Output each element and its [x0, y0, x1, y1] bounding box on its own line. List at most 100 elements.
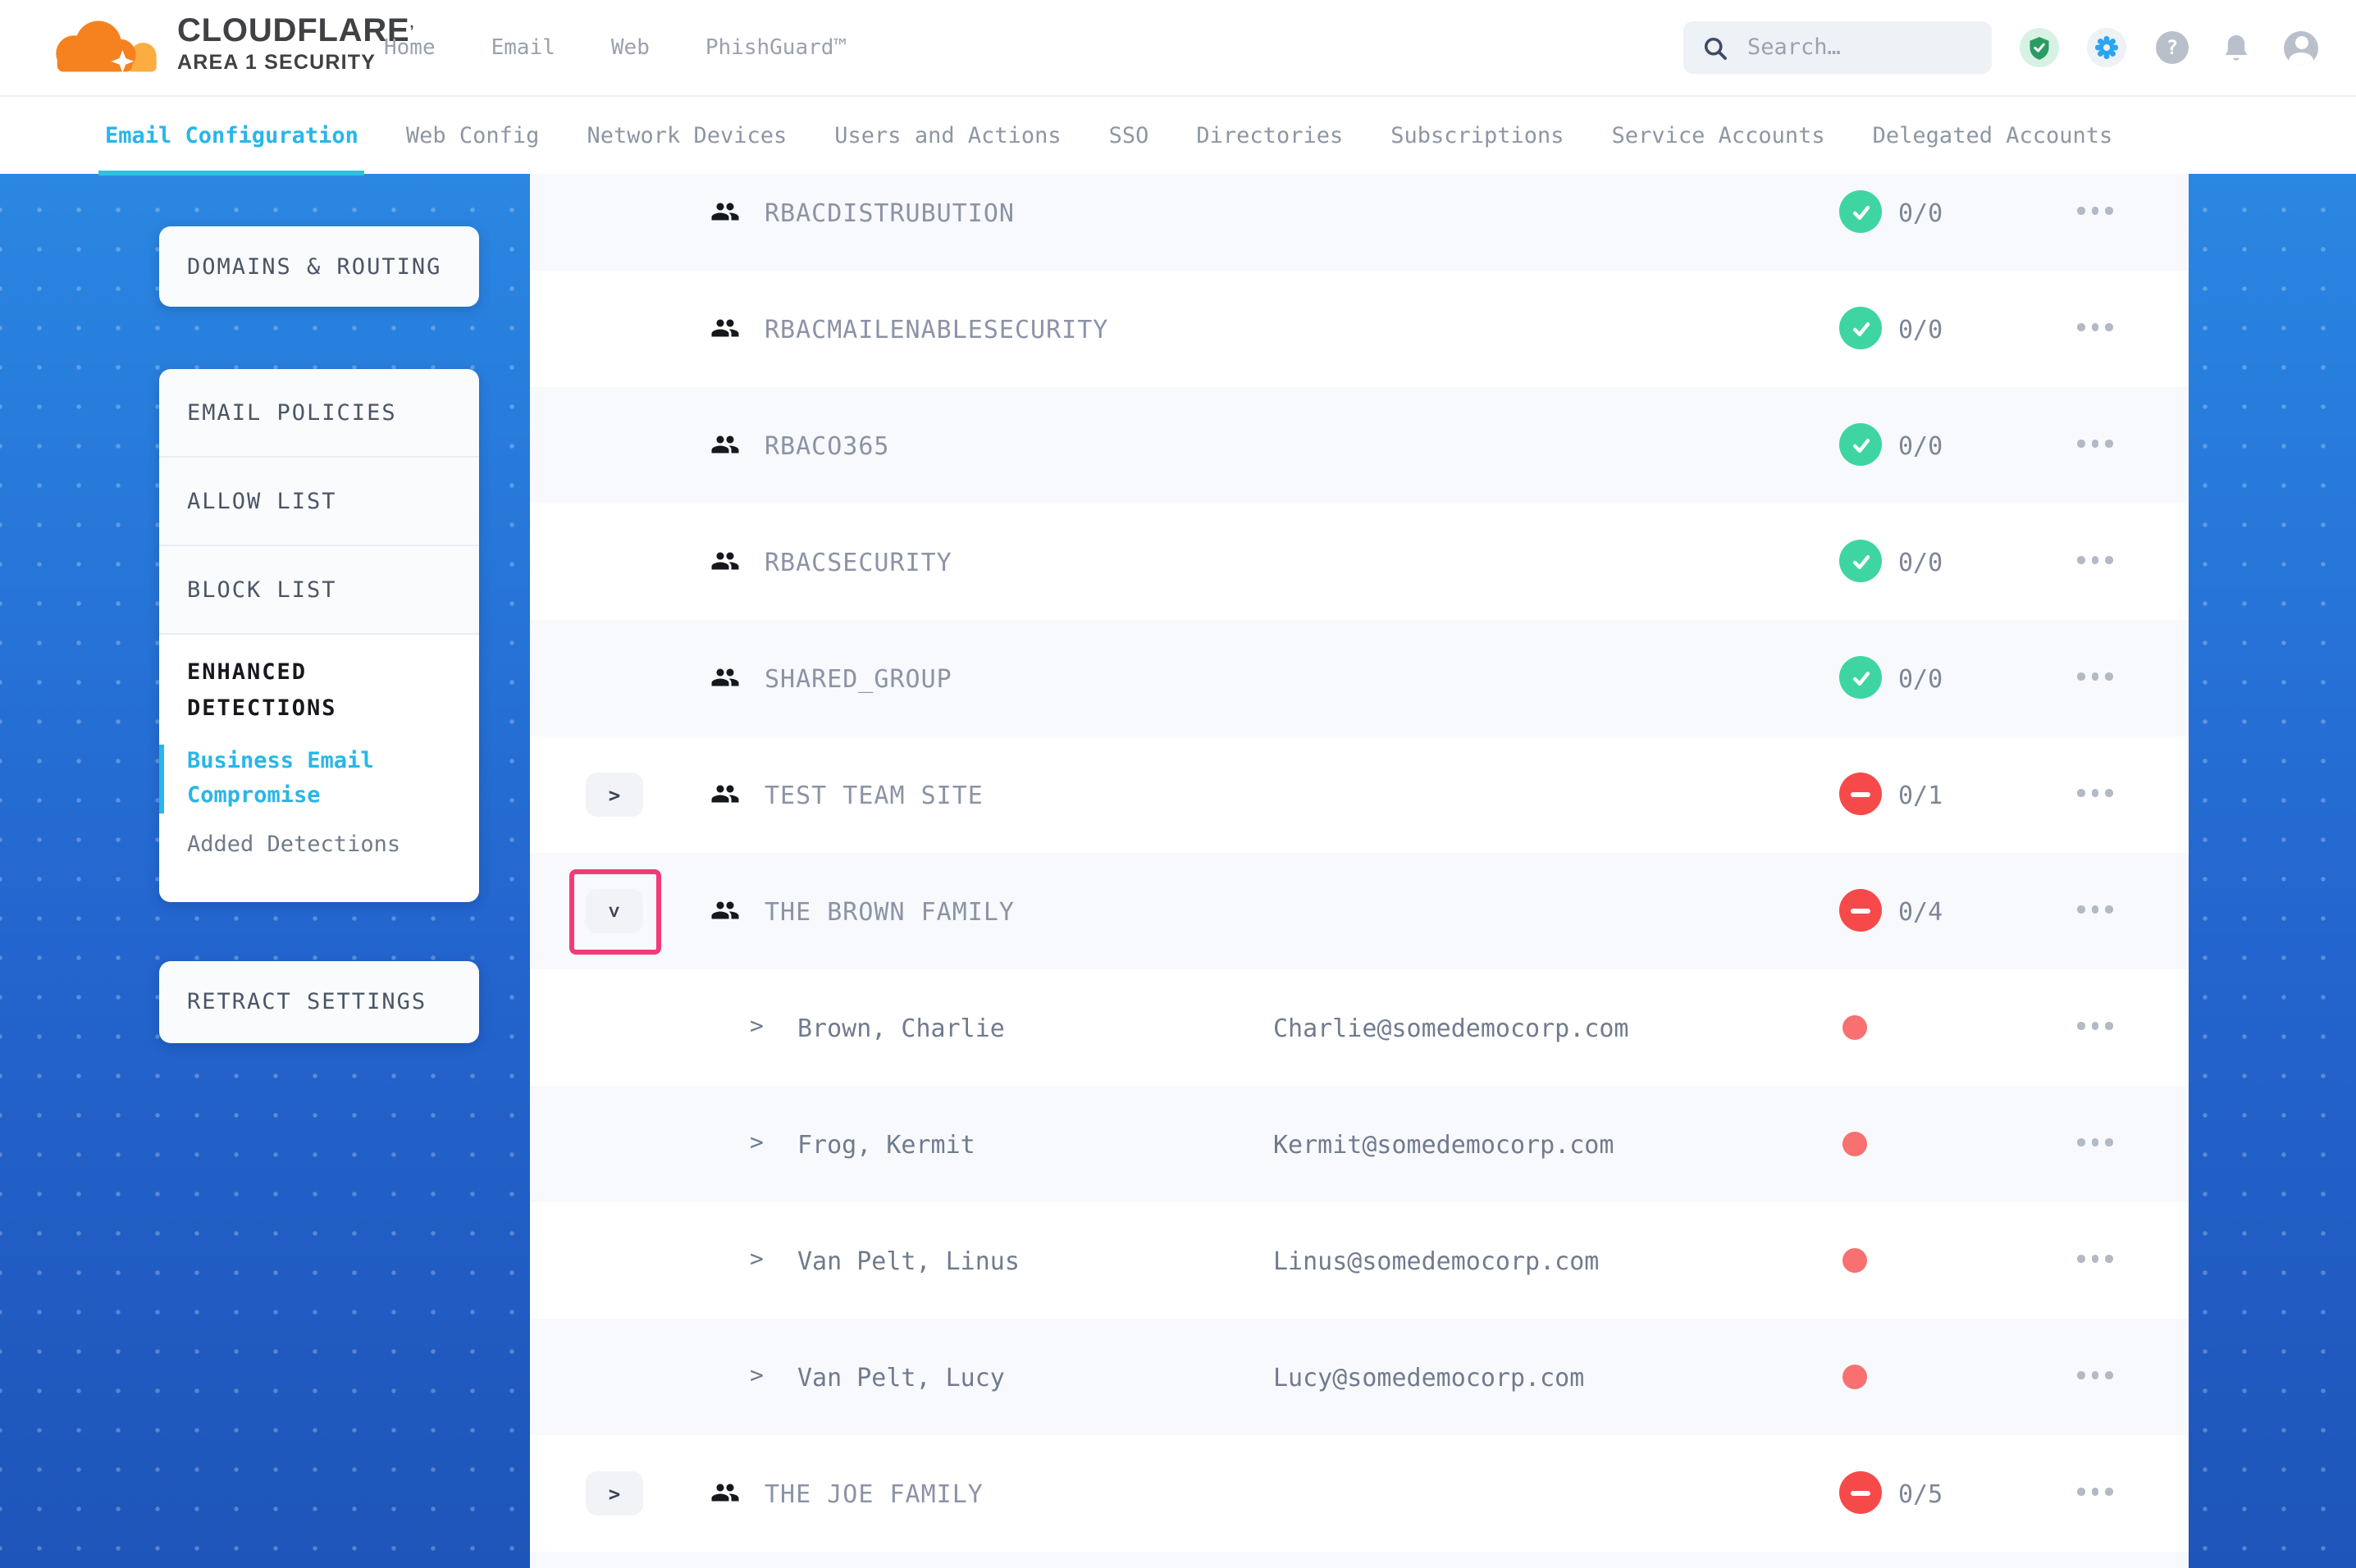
tab-service-accounts[interactable]: Service Accounts: [1612, 97, 1825, 175]
header-nav-home[interactable]: Home: [384, 35, 436, 60]
avatar-head: [2294, 36, 2308, 49]
row-menu-button[interactable]: [2071, 1255, 2120, 1262]
workspace-background: DOMAINS & ROUTING EMAIL POLICIES ALLOW L…: [0, 174, 2356, 1568]
enhanced-detections-label[interactable]: ENHANCED DETECTIONS: [187, 656, 441, 727]
group-count: 0/4: [1898, 897, 1943, 927]
minus-icon: [1851, 1490, 1870, 1495]
chevron-right-icon: >: [609, 1484, 620, 1503]
row-menu-button[interactable]: [2071, 556, 2120, 563]
search-input[interactable]: [1744, 33, 1980, 62]
status-check-badge: [1839, 656, 1882, 699]
help-question-icon[interactable]: ?: [2156, 31, 2189, 64]
retract-settings-label: RETRACT SETTINGS: [187, 989, 427, 1015]
sidebar-item-business-email-compromise[interactable]: Business Email Compromise: [159, 745, 433, 814]
expand-group-button[interactable]: >: [586, 1471, 643, 1516]
row-menu-button[interactable]: [2071, 1022, 2120, 1029]
tab-subscriptions[interactable]: Subscriptions: [1390, 97, 1564, 175]
row-menu-button[interactable]: [2071, 323, 2120, 330]
tab-email-configuration[interactable]: Email Configuration: [105, 97, 358, 175]
minus-icon: [1851, 908, 1870, 913]
group-name: THE BROWN FAMILY: [765, 897, 1015, 927]
status-minus-badge: [1839, 773, 1882, 815]
member-status-dot: [1842, 1365, 1867, 1389]
sidebar-item-email-policies[interactable]: EMAIL POLICIES: [159, 369, 479, 458]
status-check-badge: [1839, 190, 1882, 233]
member-chevron-right-icon[interactable]: >: [750, 1247, 764, 1273]
sidebar-item-added-detections[interactable]: Added Detections: [187, 832, 456, 858]
header-nav-phishguard[interactable]: PhishGuard™: [705, 35, 847, 60]
config-tabbar: Email Configuration Web Config Network Dev…: [0, 95, 2356, 174]
sidebar-item-allow-list[interactable]: ALLOW LIST: [159, 458, 479, 546]
group-people-icon: [710, 430, 740, 459]
group-count: 0/0: [1898, 198, 1943, 228]
row-menu-button[interactable]: [2071, 440, 2120, 447]
search-icon: [1703, 35, 1728, 60]
member-name: Van Pelt, Lucy: [797, 1363, 1005, 1393]
group-name: THE JOE FAMILY: [765, 1479, 984, 1509]
member-row: >Van Pelt, LinusLinus@somedemocorp.com: [530, 1202, 2189, 1319]
group-name: RBACSECURITY: [765, 548, 952, 577]
group-name: RBACDISTRUBUTION: [765, 198, 1015, 228]
header-nav-web[interactable]: Web: [611, 35, 650, 60]
groups-list: RBACDISTRUBUTION 0/0 RBACMAILENABLESECURIT…: [530, 174, 2189, 1568]
member-chevron-right-icon[interactable]: >: [750, 1014, 764, 1040]
shield-check-icon[interactable]: [2020, 28, 2059, 67]
config-tabs: Email Configuration Web Config Network Dev…: [105, 97, 2112, 175]
row-menu-button[interactable]: [2071, 789, 2120, 796]
tab-users-and-actions[interactable]: Users and Actions: [834, 97, 1061, 175]
group-people-icon: [710, 546, 740, 576]
tab-delegated-accounts[interactable]: Delegated Accounts: [1873, 97, 2113, 175]
allow-list-label: ALLOW LIST: [187, 488, 337, 514]
notifications-bell-icon[interactable]: [2217, 28, 2256, 67]
status-minus-badge: [1839, 889, 1882, 932]
status-minus-badge: [1839, 1471, 1882, 1514]
group-people-icon: [710, 779, 740, 809]
app-window: CLOUDFLARE’ AREA 1 SECURITY Home Email Web…: [0, 0, 2356, 1568]
collapse-group-button[interactable]: >: [586, 889, 643, 933]
group-count: 0/5: [1898, 1479, 1943, 1509]
search-box[interactable]: [1683, 21, 1992, 74]
member-status-dot: [1842, 1015, 1867, 1040]
group-count: 0/0: [1898, 315, 1943, 344]
logo-subtitle: AREA 1 SECURITY: [177, 51, 414, 75]
member-chevron-right-icon[interactable]: >: [750, 1363, 764, 1389]
group-row: > THE JOE FAMILY 0/5: [530, 1435, 2189, 1552]
group-count: 0/1: [1898, 781, 1943, 810]
member-email: Kermit@somedemocorp.com: [1273, 1130, 1614, 1160]
logo-title: CLOUDFLARE: [177, 13, 410, 49]
tab-network-devices[interactable]: Network Devices: [587, 97, 787, 175]
group-people-icon: [710, 663, 740, 692]
sidebar-item-block-list[interactable]: BLOCK LIST: [159, 546, 479, 635]
member-chevron-right-icon[interactable]: >: [750, 1130, 764, 1156]
sidebar-item-retract-settings[interactable]: RETRACT SETTINGS: [159, 961, 479, 1043]
group-people-icon: [710, 313, 740, 343]
avatar-shoulders: [2289, 52, 2313, 65]
block-list-label: BLOCK LIST: [187, 577, 337, 603]
group-row: RBACDISTRUBUTION 0/0: [530, 174, 2189, 271]
group-count: 0/0: [1898, 664, 1943, 694]
tab-sso[interactable]: SSO: [1109, 97, 1149, 175]
chevron-down-icon: >: [605, 905, 624, 917]
member-name: Frog, Kermit: [797, 1130, 975, 1160]
header-nav-email[interactable]: Email: [491, 35, 555, 60]
tab-web-config[interactable]: Web Config: [406, 97, 540, 175]
account-avatar-icon[interactable]: [2284, 30, 2318, 65]
sidebar-item-domains-routing[interactable]: DOMAINS & ROUTING: [159, 226, 479, 307]
status-check-badge: [1839, 540, 1882, 582]
row-menu-button[interactable]: [2071, 672, 2120, 680]
groups-list-panel: RBACDISTRUBUTION 0/0 RBACMAILENABLESECURIT…: [530, 174, 2189, 1568]
expand-group-button[interactable]: >: [586, 773, 643, 817]
group-name: SHARED_GROUP: [765, 664, 952, 694]
chevron-right-icon: >: [609, 785, 620, 805]
cloudflare-cloud-icon: [43, 11, 167, 84]
member-status-dot: [1842, 1248, 1867, 1273]
row-menu-button[interactable]: [2071, 1138, 2120, 1146]
row-menu-button[interactable]: [2071, 1488, 2120, 1495]
row-menu-button[interactable]: [2071, 905, 2120, 913]
group-name: RBACMAILENABLESECURITY: [765, 315, 1108, 344]
logo-text: CLOUDFLARE’ AREA 1 SECURITY: [177, 11, 414, 75]
settings-gear-icon[interactable]: [2087, 28, 2126, 67]
row-menu-button[interactable]: [2071, 207, 2120, 214]
row-menu-button[interactable]: [2071, 1371, 2120, 1379]
tab-directories[interactable]: Directories: [1196, 97, 1343, 175]
